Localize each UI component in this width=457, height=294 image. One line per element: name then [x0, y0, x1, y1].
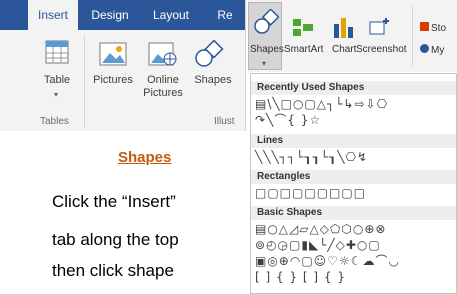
shape-row-basic-4[interactable]: [ ] { } [ ] { }	[255, 270, 346, 284]
tab-design[interactable]: Design	[84, 0, 136, 30]
addins-icon	[420, 44, 429, 53]
ribbon-body: Table ▾ Tables Pictures Online Pictures	[0, 30, 245, 131]
section-header-lines: Lines	[251, 134, 456, 148]
shapes-icon	[195, 40, 224, 67]
tab-insert[interactable]: Insert	[28, 0, 78, 30]
shape-row-basic-1[interactable]: ▤○△◿▱△◇⬠⬡○⊕⊗	[255, 222, 386, 236]
shapes-label: Shapes	[250, 44, 284, 55]
instruction-line-1: Click the “Insert”	[52, 192, 176, 211]
group-divider	[412, 6, 413, 66]
shape-row-recent-1[interactable]: ▤\╲□○▢△┐└↳⇨⇩⎔	[255, 97, 388, 111]
online-pictures-button[interactable]: Online Pictures	[138, 40, 188, 104]
store-button[interactable]: Sto	[420, 22, 446, 34]
my-addins-button[interactable]: My	[420, 44, 444, 56]
page-title: Shapes	[118, 149, 172, 166]
chevron-down-icon: ▾	[262, 59, 267, 68]
shapes-icon	[254, 9, 279, 34]
smartart-icon[interactable]	[292, 16, 314, 38]
section-header-rectangles: Rectangles	[251, 170, 456, 184]
store-icon	[420, 22, 429, 31]
group-label-tables: Tables	[40, 116, 69, 127]
online-pictures-label: Online Pictures	[143, 74, 183, 99]
chevron-down-icon: ▾	[54, 90, 59, 99]
illustrations-toolbar: ▾ Shapes SmartArt Chart Screenshot Sto M…	[248, 0, 457, 72]
shape-row-basic-3[interactable]: ▣◎⊕◠▢☺♡☼☾☁⌒◡	[255, 254, 400, 268]
pictures-button[interactable]: Pictures	[90, 40, 136, 90]
shape-row-basic-2[interactable]: ⊚◴◶▢▮◣└╱◇✚○▢	[255, 238, 381, 252]
chart-icon[interactable]	[332, 16, 354, 38]
ribbon-screenshot: Insert Design Layout Re Table ▾ Tables P…	[0, 0, 246, 131]
shapes-gallery-screenshot: ▾ Shapes SmartArt Chart Screenshot Sto M…	[248, 0, 457, 294]
screenshot-icon[interactable]	[368, 16, 390, 38]
shapes-dropdown-button[interactable]: ▾	[248, 2, 282, 70]
ribbon-tab-bar: Insert Design Layout Re	[0, 0, 245, 30]
my-addins-label: My	[431, 45, 445, 56]
tab-references[interactable]: Re	[210, 0, 240, 30]
group-label-illustrations: Illust	[214, 116, 235, 127]
smartart-label: SmartArt	[284, 44, 324, 55]
section-header-recently-used: Recently Used Shapes	[251, 81, 456, 95]
instruction-line-2: tab along the top	[52, 230, 179, 249]
shape-row-rectangles[interactable]: □▢□▢□▢□▢□	[255, 186, 366, 200]
shapes-button[interactable]: Shapes	[190, 40, 245, 104]
shape-row-lines[interactable]: ╲╲╲┐┐└┒┒└┒╲⎔↯	[255, 150, 368, 164]
screenshot-label: Screenshot	[356, 44, 407, 55]
online-picture-icon	[148, 42, 177, 66]
chart-label: Chart	[332, 44, 357, 55]
table-label: Table	[43, 74, 71, 86]
picture-icon	[99, 42, 127, 66]
store-label: Sto	[431, 23, 447, 34]
instruction-line-3: then click shape	[52, 261, 174, 280]
pictures-label: Pictures	[93, 74, 133, 86]
shape-row-recent-2[interactable]: ↷╲⌒{ }☆	[255, 113, 321, 127]
shapes-label: Shapes	[194, 74, 232, 86]
table-icon	[45, 40, 69, 64]
group-divider	[84, 36, 85, 128]
tab-layout[interactable]: Layout	[144, 0, 198, 30]
table-button[interactable]: Table ▾	[36, 40, 78, 104]
shapes-dropdown-panel: Recently Used Shapes ▤\╲□○▢△┐└↳⇨⇩⎔ ↷╲⌒{ …	[250, 73, 457, 294]
section-header-basic-shapes: Basic Shapes	[251, 206, 456, 220]
